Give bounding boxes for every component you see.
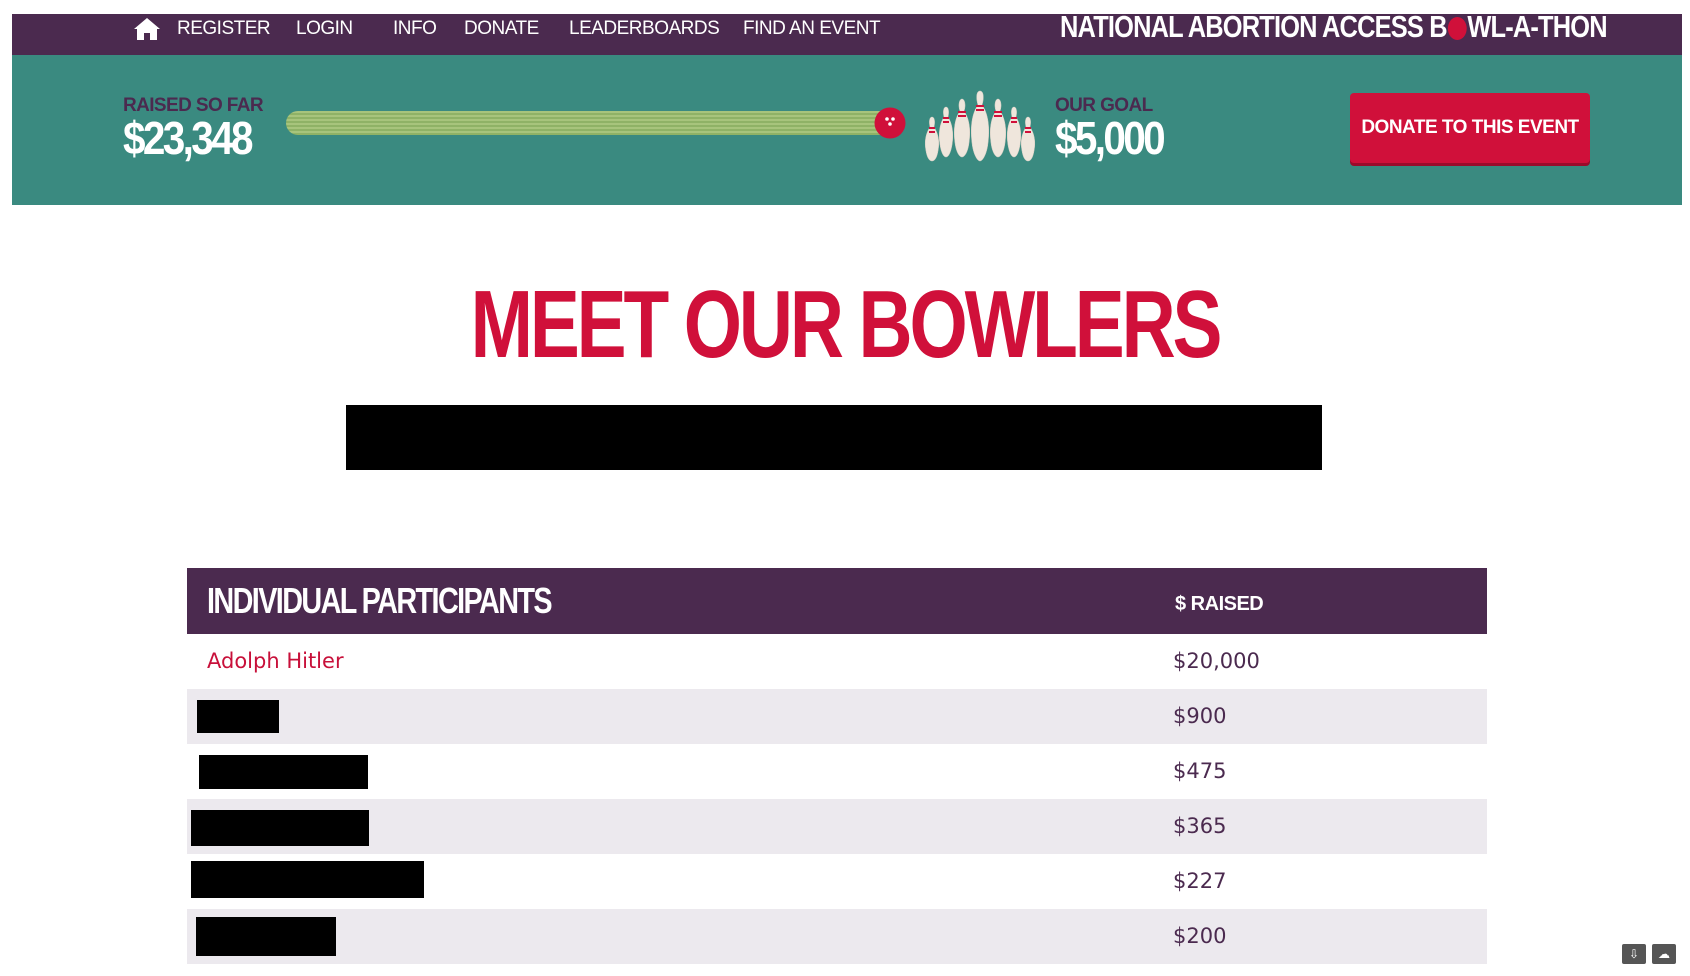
table-row: $365: [187, 799, 1487, 854]
site-title-part-1: NATIONAL ABORTION ACCESS B: [1060, 9, 1448, 44]
home-icon[interactable]: [133, 16, 161, 42]
nav-register[interactable]: REGISTER: [177, 14, 271, 55]
redacted-block: [346, 405, 1322, 470]
redacted-name: [197, 700, 279, 733]
participant-amount: $475: [1173, 759, 1227, 783]
nav-leaderboards[interactable]: LEADERBOARDS: [569, 14, 720, 55]
redacted-name: [191, 810, 369, 846]
page-title-text: MEET OUR BOWLERS: [470, 271, 1223, 378]
redacted-name: [196, 917, 336, 956]
top-nav: REGISTER LOGIN INFO DONATE LEADERBOARDS …: [12, 10, 1682, 55]
donate-to-event-button[interactable]: DONATE TO THIS EVENT: [1350, 93, 1590, 163]
bowling-ball-icon: [874, 107, 906, 139]
nav-login[interactable]: LOGIN: [296, 14, 353, 55]
raised-amount: $23,348: [123, 112, 253, 164]
table-row: Adolph Hitler $20,000: [187, 634, 1487, 689]
redacted-name: [199, 755, 368, 789]
table-row: $475: [187, 744, 1487, 799]
progress-bar-fill: [286, 111, 904, 135]
goal-amount: $5,000: [1055, 112, 1166, 164]
site-title[interactable]: NATIONAL ABORTION ACCESS B WL-A-THON: [1060, 9, 1608, 51]
participant-amount: $200: [1173, 924, 1227, 948]
fundraising-band: RAISED SO FAR $23,348 OUR GOAL $5,000 DO…: [12, 55, 1682, 205]
participants-table: INDIVIDUAL PARTICIPANTS $ RAISED Adolph …: [187, 568, 1487, 964]
table-row: $227: [187, 854, 1487, 909]
bowling-ball-icon: [1447, 17, 1467, 40]
site-title-part-2: WL-A-THON: [1467, 9, 1607, 44]
participant-amount: $900: [1173, 704, 1227, 728]
download-icon[interactable]: ⇩: [1622, 944, 1646, 964]
cloud-icon[interactable]: ☁: [1652, 944, 1676, 964]
participant-amount: $365: [1173, 814, 1227, 838]
redacted-name: [191, 861, 424, 898]
bowling-pins-icon: [924, 90, 1036, 162]
nav-find-an-event[interactable]: FIND AN EVENT: [743, 14, 881, 55]
table-row: $900: [187, 689, 1487, 744]
column-header-participants: INDIVIDUAL PARTICIPANTS: [207, 580, 553, 621]
progress-bar: [286, 111, 904, 135]
table-header: INDIVIDUAL PARTICIPANTS $ RAISED: [187, 568, 1487, 634]
participant-name-link[interactable]: Adolph Hitler: [207, 634, 344, 689]
table-row: $200: [187, 909, 1487, 964]
participant-amount: $20,000: [1173, 649, 1260, 673]
column-header-raised: $ RAISED: [1175, 593, 1264, 615]
nav-info[interactable]: INFO: [393, 14, 437, 55]
participant-amount: $227: [1173, 869, 1227, 893]
page-title: MEET OUR BOWLERS: [0, 270, 1690, 380]
page: REGISTER LOGIN INFO DONATE LEADERBOARDS …: [0, 0, 1690, 976]
nav-donate[interactable]: DONATE: [464, 14, 539, 55]
